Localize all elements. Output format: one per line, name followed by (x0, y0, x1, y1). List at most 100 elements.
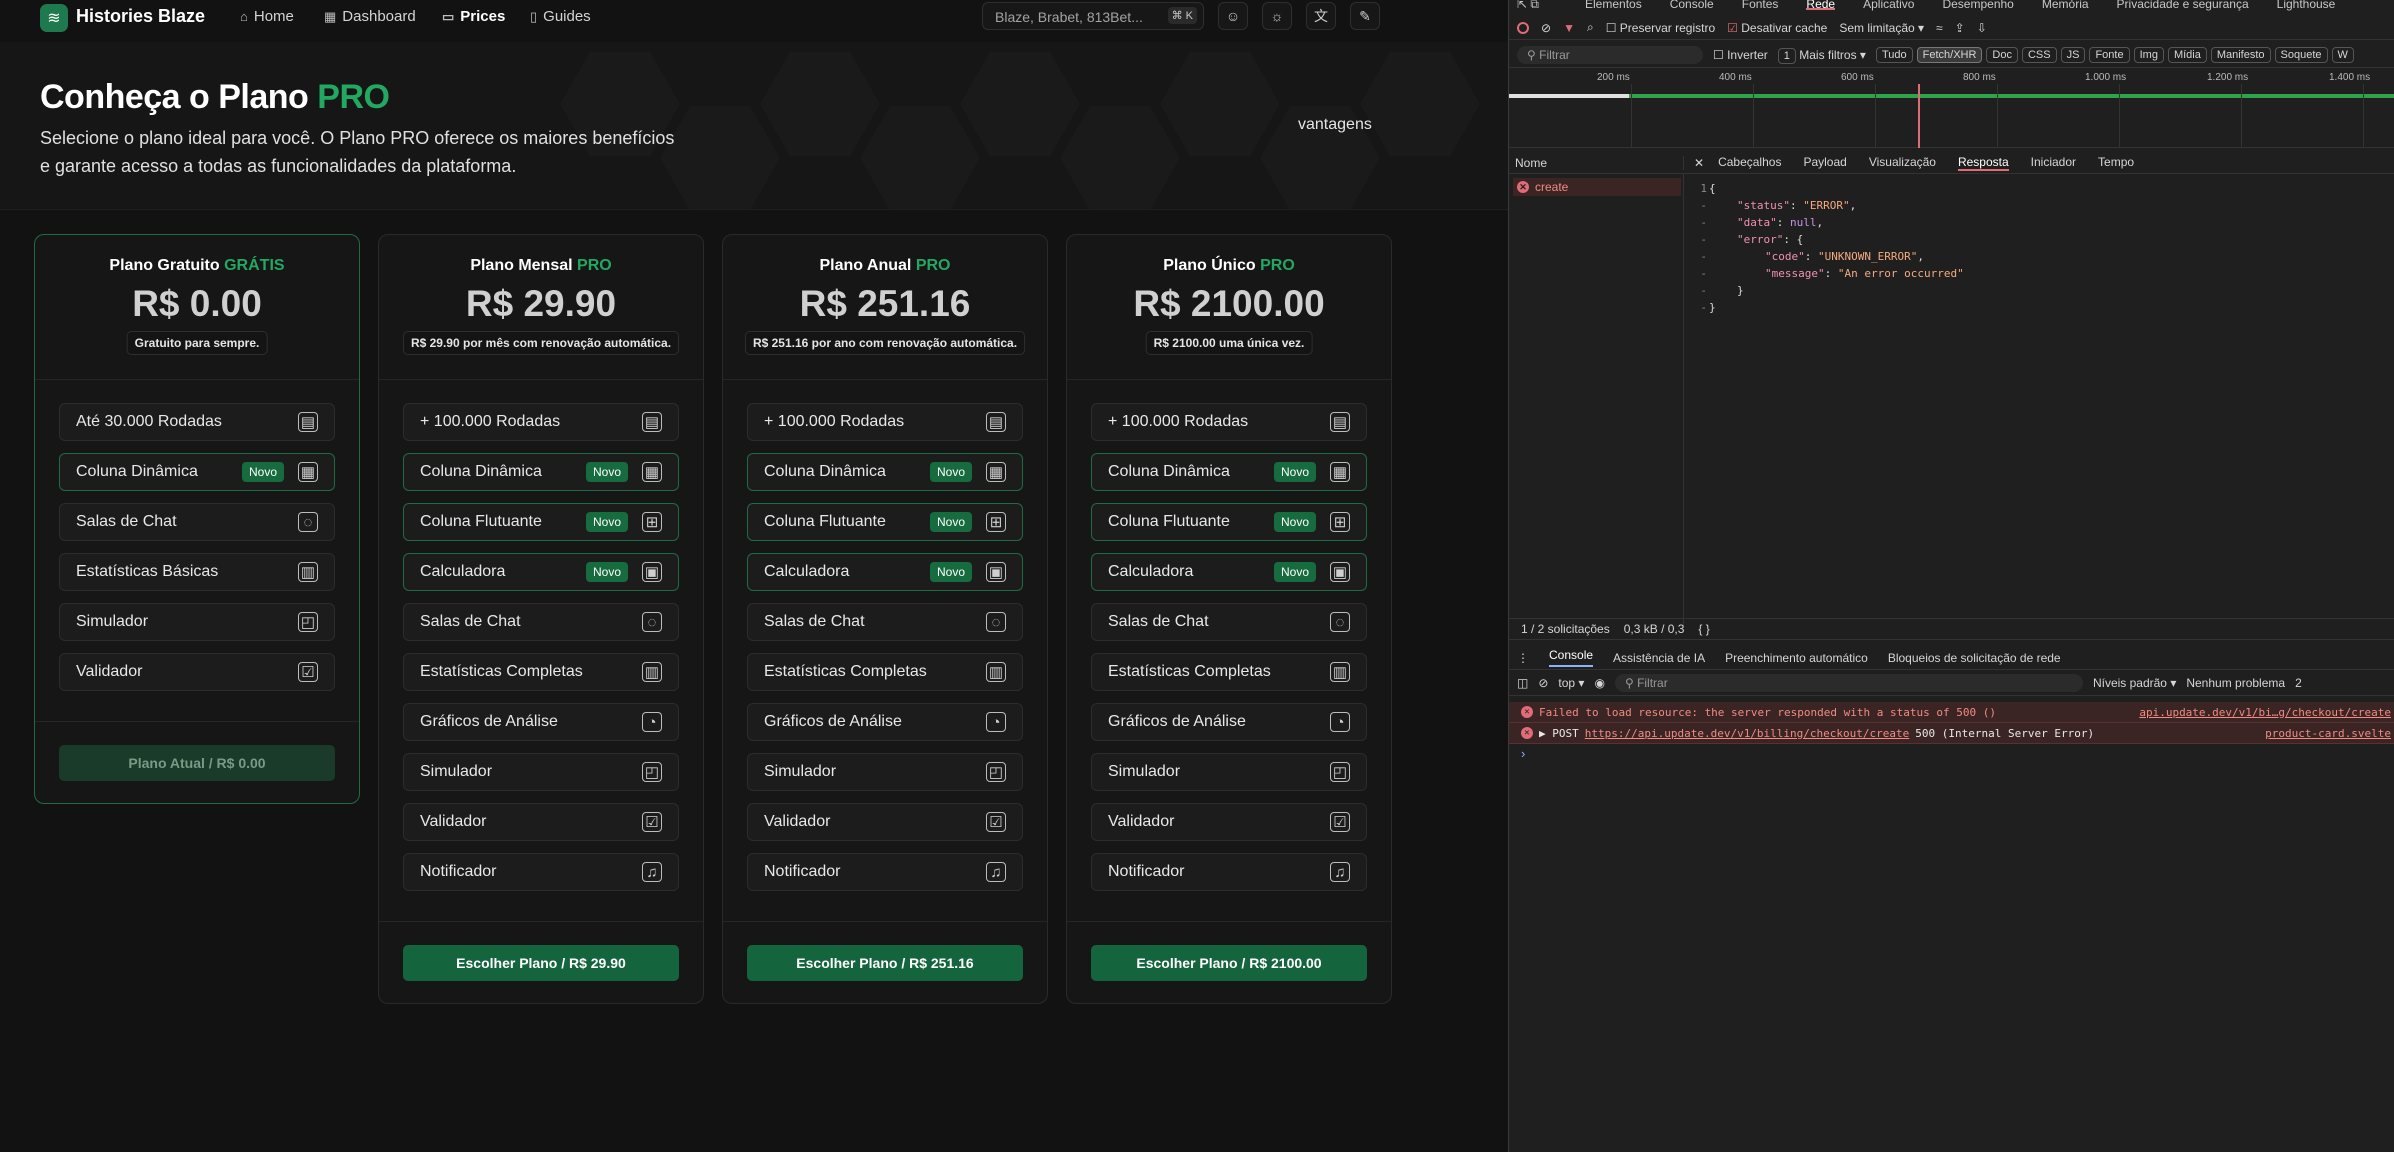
feature-item[interactable]: Coluna Flutuante Novo ⊞ (747, 503, 1023, 541)
wifi-icon[interactable]: ≈ (1936, 21, 1943, 35)
type-filter-chip[interactable]: Img (2133, 46, 2164, 63)
request-url-link[interactable]: https://api.update.dev/v1/billing/checko… (1585, 727, 1910, 740)
preserve-log-checkbox[interactable]: ☐ Preservar registro (1606, 21, 1715, 35)
throttle-select[interactable]: Sem limitação ▾ (1839, 21, 1924, 35)
user-icon[interactable]: ☺ (1218, 2, 1248, 30)
feature-item[interactable]: Gráficos de Análise ◔ (747, 703, 1023, 741)
feature-item[interactable]: Simulador ◰ (1091, 753, 1367, 791)
choose-plan-button[interactable]: Escolher Plano / R$ 29.90 (403, 945, 679, 981)
feature-item[interactable]: Calculadora Novo ▣ (1091, 553, 1367, 591)
feature-item[interactable]: Notificador ♫ (1091, 853, 1367, 891)
search-input[interactable]: Blaze, Brabet, 813Bet... ⌘ K (982, 2, 1204, 30)
detail-tab[interactable]: Iniciador (2031, 155, 2076, 171)
download-icon[interactable]: ⇩ (1977, 21, 1987, 35)
type-filter-chip[interactable]: Mídia (2167, 46, 2207, 63)
feature-item[interactable]: Estatísticas Completas ▥ (747, 653, 1023, 691)
feature-item[interactable]: Coluna Flutuante Novo ⊞ (403, 503, 679, 541)
devtools-tab[interactable]: Elementos (1585, 0, 1642, 10)
clear-console-icon[interactable]: ⊘ (1538, 676, 1548, 690)
theme-toggle-icon[interactable]: ☼ (1262, 2, 1292, 30)
context-select[interactable]: top ▾ (1558, 676, 1584, 690)
language-icon[interactable]: 文 (1306, 2, 1336, 30)
current-plan-button[interactable]: Plano Atual / R$ 0.00 (59, 745, 335, 781)
message-source-link[interactable]: api.update.dev/v1/bi…g/checkout/create (2139, 706, 2391, 719)
devtools-tab[interactable]: Desempenho (1942, 0, 2013, 10)
filter-icon[interactable]: ▼ (1563, 21, 1575, 35)
type-filter-chip[interactable]: Soquete (2274, 46, 2328, 63)
feature-item[interactable]: Salas de Chat ◌ (747, 603, 1023, 641)
type-filter-chip[interactable]: W (2331, 46, 2354, 63)
type-filter-chip[interactable]: Doc (1986, 46, 2018, 63)
detail-tab[interactable]: Visualização (1869, 155, 1936, 171)
devtools-tab[interactable]: Privacidade e segurança (2117, 0, 2249, 10)
brand-name[interactable]: Histories Blaze (76, 6, 205, 27)
eye-icon[interactable]: ◉ (1594, 676, 1604, 690)
feature-item[interactable]: Simulador ◰ (403, 753, 679, 791)
feature-item[interactable]: Estatísticas Básicas ▥ (59, 553, 335, 591)
devtools-tab[interactable]: Fontes (1742, 0, 1779, 10)
edit-icon[interactable]: ✎ (1350, 2, 1380, 30)
drawer-tab[interactable]: Preenchimento automático (1725, 651, 1868, 665)
feature-item[interactable]: Simulador ◰ (747, 753, 1023, 791)
feature-item[interactable]: Gráficos de Análise ◔ (403, 703, 679, 741)
more-filters-button[interactable]: 1 Mais filtros ▾ (1777, 47, 1866, 64)
close-icon[interactable]: ✕ (1694, 156, 1704, 170)
type-filter-chip[interactable]: Fetch/XHR (1916, 46, 1983, 63)
choose-plan-button[interactable]: Escolher Plano / R$ 251.16 (747, 945, 1023, 981)
console-prompt[interactable]: › (1521, 746, 1525, 761)
devtools-dock-icon[interactable]: ⇱ ⧉ (1517, 0, 1539, 10)
feature-item[interactable]: Validador ☑ (59, 653, 335, 691)
feature-item[interactable]: Gráficos de Análise ◔ (1091, 703, 1367, 741)
feature-item[interactable]: Salas de Chat ◌ (403, 603, 679, 641)
detail-tab[interactable]: Payload (1803, 155, 1846, 171)
feature-item[interactable]: Coluna Flutuante Novo ⊞ (1091, 503, 1367, 541)
feature-item[interactable]: Até 30.000 Rodadas ▤ (59, 403, 335, 441)
feature-item[interactable]: Estatísticas Completas ▥ (403, 653, 679, 691)
feature-item[interactable]: Notificador ♫ (747, 853, 1023, 891)
feature-item[interactable]: Validador ☑ (403, 803, 679, 841)
braces-icon[interactable]: { } (1698, 622, 1709, 636)
drawer-tab[interactable]: Bloqueios de solicitação de rede (1888, 651, 2061, 665)
devtools-tab[interactable]: Lighthouse (2277, 0, 2336, 10)
feature-item[interactable]: Notificador ♫ (403, 853, 679, 891)
nav-link-prices[interactable]: ▭ Prices (442, 8, 505, 25)
type-filter-chip[interactable]: CSS (2021, 46, 2057, 63)
sidebar-toggle-icon[interactable]: ◫ (1517, 676, 1528, 690)
choose-plan-button[interactable]: Escolher Plano / R$ 2100.00 (1091, 945, 1367, 981)
feature-item[interactable]: Validador ☑ (747, 803, 1023, 841)
upload-icon[interactable]: ⇪ (1955, 21, 1965, 35)
type-filter-chip[interactable]: Fonte (2089, 46, 2130, 63)
request-row[interactable]: ✕ create (1513, 178, 1681, 196)
type-filter-chip[interactable]: JS (2060, 46, 2086, 63)
feature-item[interactable]: + 100.000 Rodadas ▤ (747, 403, 1023, 441)
logo-icon[interactable]: ≋ (40, 4, 68, 32)
issues-label[interactable]: Nenhum problema (2186, 676, 2285, 690)
feature-item[interactable]: + 100.000 Rodadas ▤ (403, 403, 679, 441)
message-source-link[interactable]: product-card.svelte (2265, 727, 2391, 740)
type-filter-chip[interactable]: Manifesto (2210, 46, 2271, 63)
disable-cache-checkbox[interactable]: ☑ Desativar cache (1727, 21, 1827, 35)
detail-tab[interactable]: Tempo (2098, 155, 2134, 171)
nav-link-dashboard[interactable]: ▦ Dashboard (324, 8, 416, 25)
feature-item[interactable]: Calculadora Novo ▣ (403, 553, 679, 591)
network-filter-input[interactable]: ⚲ Filtrar (1517, 45, 1703, 64)
feature-item[interactable]: Coluna Dinâmica Novo ▦ (403, 453, 679, 491)
clear-icon[interactable]: ⊘ (1541, 21, 1551, 35)
feature-item[interactable]: Salas de Chat ◌ (1091, 603, 1367, 641)
search-icon[interactable]: ⌕ (1587, 20, 1594, 35)
feature-item[interactable]: Calculadora Novo ▣ (747, 553, 1023, 591)
feature-item[interactable]: Salas de Chat ◌ (59, 503, 335, 541)
nav-link-guides[interactable]: ▯ Guides (530, 8, 591, 25)
console-filter-input[interactable]: ⚲ Filtrar (1614, 673, 2083, 692)
levels-select[interactable]: Níveis padrão ▾ (2093, 676, 2176, 690)
type-filter-chip[interactable]: Tudo (1875, 46, 1913, 63)
record-icon[interactable] (1517, 21, 1529, 34)
drawer-tab[interactable]: Assistência de IA (1613, 651, 1705, 665)
feature-item[interactable]: Simulador ◰ (59, 603, 335, 641)
invert-checkbox[interactable]: ☐ Inverter (1713, 48, 1768, 62)
devtools-tab[interactable]: Memória (2042, 0, 2089, 10)
feature-item[interactable]: Coluna Dinâmica Novo ▦ (747, 453, 1023, 491)
drawer-tab[interactable]: Console (1549, 648, 1594, 667)
feature-item[interactable]: + 100.000 Rodadas ▤ (1091, 403, 1367, 441)
detail-tab[interactable]: Resposta (1957, 155, 2009, 171)
